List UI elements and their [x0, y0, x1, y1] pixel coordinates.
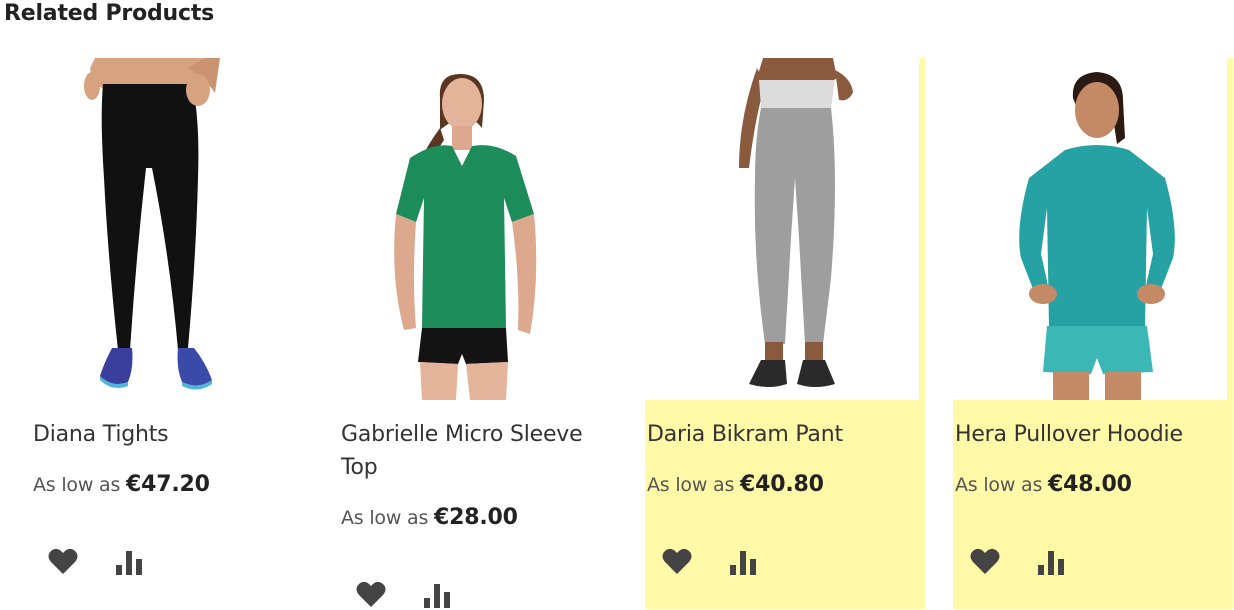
bar-chart-icon [424, 584, 450, 608]
product-name[interactable]: Daria Bikram Pant [647, 418, 917, 451]
product-photo[interactable] [0, 58, 276, 400]
product-price: As low as €48.00 [955, 472, 1132, 497]
price-prefix: As low as [647, 474, 735, 496]
product-photo[interactable] [953, 58, 1227, 400]
product-info: Diana Tights As low as €47.20 [31, 400, 311, 609]
bar-chart-icon [116, 551, 142, 575]
heart-icon [970, 548, 1000, 574]
product-info: Gabrielle Micro Sleeve Top As low as €28… [339, 400, 619, 609]
price-prefix: As low as [341, 507, 429, 529]
price-amount: €28.00 [434, 505, 518, 530]
price-amount: €47.20 [126, 472, 210, 497]
heart-icon [356, 581, 386, 607]
highlight-strip [919, 58, 925, 400]
product-name[interactable]: Diana Tights [33, 418, 303, 451]
price-prefix: As low as [33, 474, 121, 496]
product-item: Diana Tights As low as €47.20 [0, 58, 311, 609]
product-item: Daria Bikram Pant As low as €40.80 [645, 58, 925, 609]
add-to-compare-button[interactable] [115, 547, 149, 577]
highlight-strip [1227, 58, 1233, 400]
add-to-compare-button[interactable] [1037, 547, 1071, 577]
bar-chart-icon [730, 551, 756, 575]
product-price: As low as €28.00 [341, 505, 518, 530]
model-black-leggings-image [84, 58, 220, 390]
add-to-compare-button[interactable] [729, 547, 763, 577]
product-item: Hera Pullover Hoodie As low as €48.00 [953, 58, 1233, 609]
product-photo[interactable] [645, 58, 919, 400]
model-grey-capri-pants-image [739, 58, 853, 387]
product-price: As low as €40.80 [647, 472, 824, 497]
product-photo[interactable] [324, 58, 614, 400]
price-amount: €40.80 [740, 472, 824, 497]
add-to-wishlist-button[interactable] [355, 580, 389, 610]
price-amount: €48.00 [1048, 472, 1132, 497]
price-prefix: As low as [955, 474, 1043, 496]
product-name[interactable]: Hera Pullover Hoodie [955, 418, 1225, 451]
product-item: Gabrielle Micro Sleeve Top As low as €28… [324, 58, 619, 609]
add-to-wishlist-button[interactable] [47, 547, 81, 577]
product-info: Hera Pullover Hoodie As low as €48.00 [953, 400, 1233, 609]
related-products-list: Diana Tights As low as €47.20 Gabrielle … [0, 58, 1234, 609]
product-name[interactable]: Gabrielle Micro Sleeve Top [341, 418, 611, 484]
section-title: Related Products [4, 1, 215, 26]
heart-icon [662, 548, 692, 574]
heart-icon [48, 548, 78, 574]
product-price: As low as €47.20 [33, 472, 210, 497]
bar-chart-icon [1038, 551, 1064, 575]
product-info: Daria Bikram Pant As low as €40.80 [645, 400, 925, 609]
model-teal-hoodie-image [1019, 72, 1175, 400]
add-to-wishlist-button[interactable] [969, 547, 1003, 577]
add-to-compare-button[interactable] [423, 580, 457, 610]
add-to-wishlist-button[interactable] [661, 547, 695, 577]
model-green-tshirt-image [394, 74, 537, 400]
